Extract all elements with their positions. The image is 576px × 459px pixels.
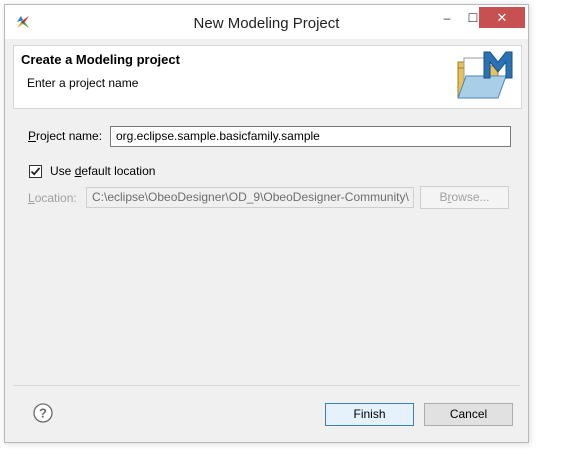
wizard-banner: Create a Modeling project Enter a projec… [13, 45, 522, 109]
location-label: Location: [28, 191, 77, 205]
browse-label-prefix: B [439, 190, 448, 204]
use-default-label-prefix: Use [50, 164, 75, 178]
title-bar[interactable]: New Modeling Project – ☐ ✕ [5, 5, 528, 39]
project-name-input[interactable]: org.eclipse.sample.basicfamily.sample [110, 126, 511, 147]
browse-label-rest: owse... [451, 190, 490, 204]
new-modeling-project-dialog: New Modeling Project – ☐ ✕ Create a Mode… [4, 4, 529, 443]
location-label-mnemonic: L [28, 191, 35, 205]
project-name-label-mnemonic: P [28, 129, 37, 143]
footer-separator [13, 385, 520, 386]
use-default-location-checkbox[interactable] [29, 165, 42, 178]
project-name-label: Project name: [28, 129, 102, 143]
use-default-location-label[interactable]: Use default location [50, 164, 155, 178]
modeling-project-wizard-icon [457, 51, 513, 99]
project-name-label-text: roject name: [36, 129, 103, 143]
close-button[interactable]: ✕ [479, 7, 525, 28]
finish-button[interactable]: Finish [325, 403, 414, 426]
banner-title: Create a Modeling project [21, 52, 180, 67]
banner-message: Enter a project name [27, 76, 139, 90]
location-label-text: ocation: [34, 191, 77, 205]
browse-button: Browse... [420, 186, 509, 209]
checkmark-icon [30, 167, 41, 176]
help-icon[interactable]: ? [33, 403, 53, 423]
svg-text:?: ? [39, 406, 47, 421]
use-default-label-rest: efault location [81, 164, 156, 178]
location-input: C:\eclipse\ObeoDesigner\OD_9\ObeoDesigne… [86, 187, 414, 208]
cancel-button[interactable]: Cancel [424, 403, 513, 426]
